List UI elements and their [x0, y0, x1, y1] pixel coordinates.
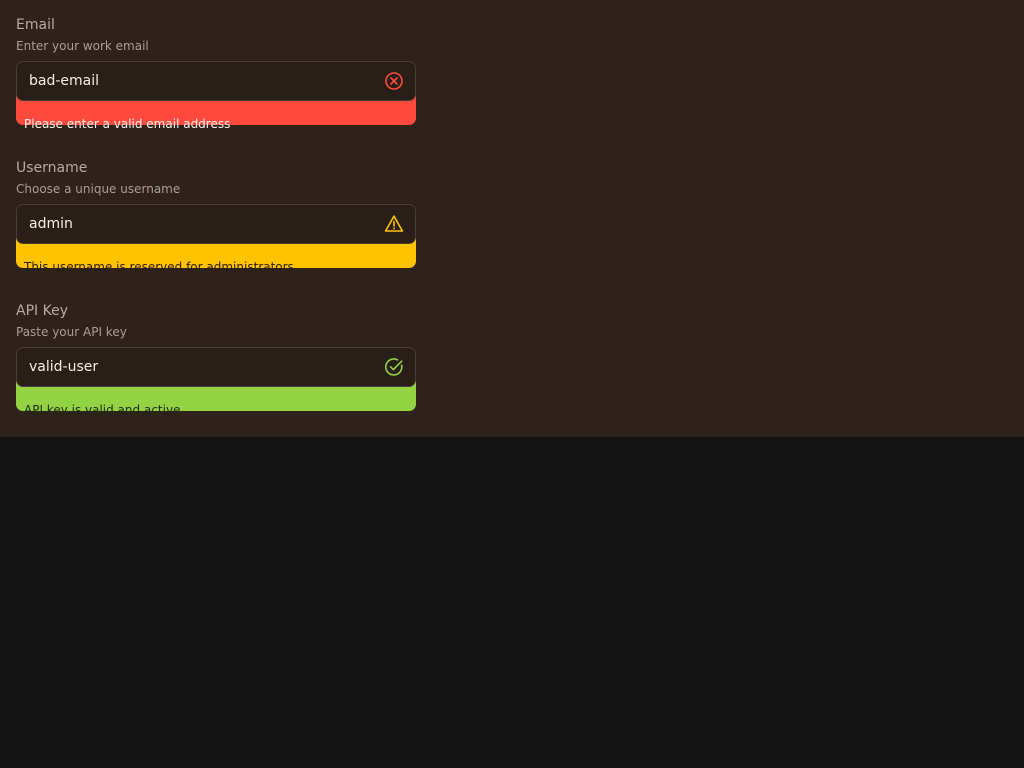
empty-canvas-area	[0, 437, 1024, 768]
username-input[interactable]	[17, 205, 369, 243]
form-panel: Email Enter your work email Please enter…	[0, 0, 1024, 437]
api-key-success-message: API key is valid and active	[24, 403, 181, 417]
email-hint: Enter your work email	[16, 39, 149, 53]
email-field-group: Email Enter your work email Please enter…	[16, 16, 416, 134]
api-key-field-group: API Key Paste your API key API key is va…	[16, 302, 416, 420]
api-key-input[interactable]	[17, 348, 369, 386]
email-error-message: Please enter a valid email address	[24, 117, 231, 131]
email-input[interactable]	[17, 62, 369, 100]
username-input-wrapper	[16, 204, 416, 244]
api-key-hint: Paste your API key	[16, 325, 127, 339]
check-circle-icon	[384, 357, 404, 377]
api-key-input-wrapper	[16, 347, 416, 387]
username-warning-message: This username is reserved for administra…	[24, 260, 294, 274]
api-key-label: API Key	[16, 303, 68, 319]
x-circle-icon	[384, 71, 404, 91]
username-label: Username	[16, 160, 88, 176]
username-field-group: Username Choose a unique username This u…	[16, 159, 416, 277]
warning-triangle-icon	[384, 214, 404, 234]
email-label: Email	[16, 17, 55, 33]
username-hint: Choose a unique username	[16, 182, 181, 196]
email-input-wrapper	[16, 61, 416, 101]
